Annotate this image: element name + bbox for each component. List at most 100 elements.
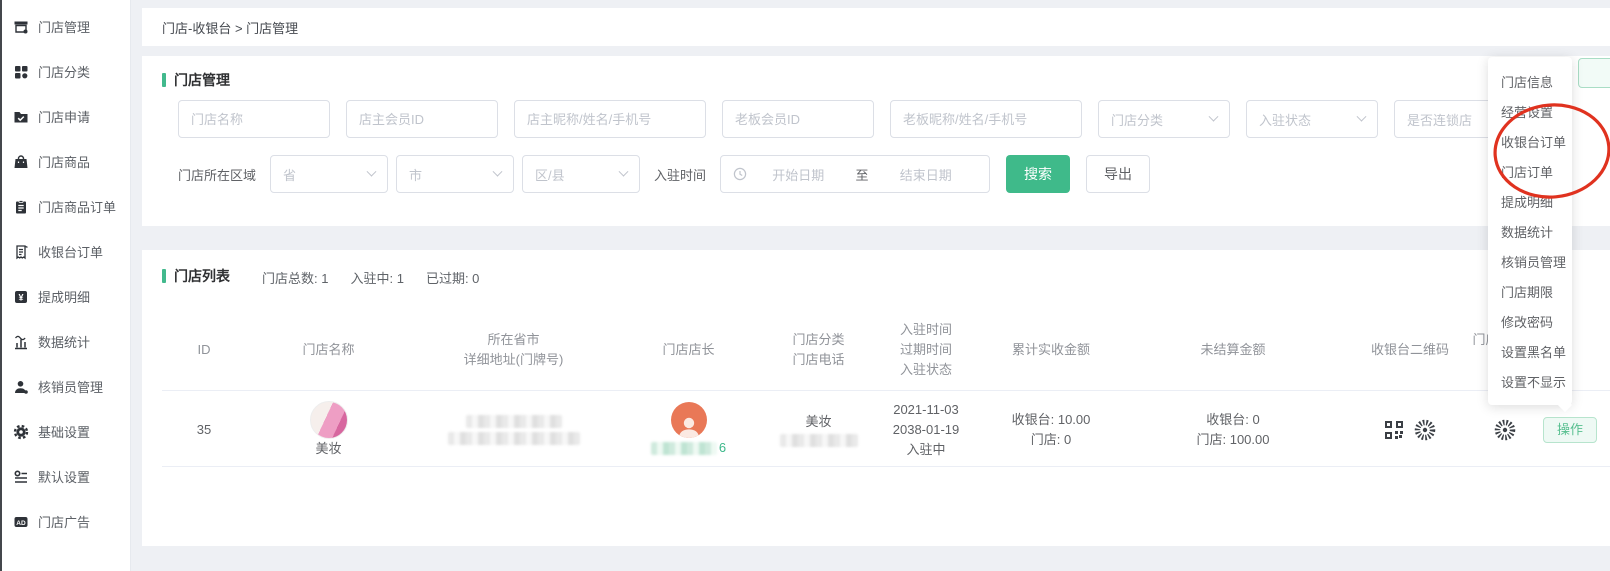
sidebar-item-commission-details[interactable]: ¥ 提成明细 xyxy=(2,274,130,319)
menu-item-verifier-management[interactable]: 核销员管理 xyxy=(1488,246,1572,276)
sidebar-item-data-statistics[interactable]: 数据统计 xyxy=(2,319,130,364)
col-entry-status: 入驻时间过期时间入驻状态 xyxy=(866,320,986,380)
section-accent-bar xyxy=(162,73,166,87)
gear-icon xyxy=(13,424,29,440)
boss-nickname-input[interactable] xyxy=(890,100,1082,138)
sidebar-item-label: 门店广告 xyxy=(38,512,90,531)
stat-active: 入驻中: 1 xyxy=(350,268,403,287)
manager-avatar xyxy=(671,402,707,438)
store-name: 美妆 xyxy=(315,439,341,459)
received-store: 门店: 0 xyxy=(1031,430,1071,450)
col-unsettled-amount: 未结算金额 xyxy=(1116,340,1350,360)
section-title: 门店管理 xyxy=(174,70,230,90)
stat-total: 门店总数: 1 xyxy=(262,268,328,287)
divider xyxy=(162,390,1610,391)
sidebar-item-label: 门店商品订单 xyxy=(38,197,116,216)
manager-phone-redacted[interactable]: 6 xyxy=(651,438,726,458)
province-select[interactable]: 省 xyxy=(270,155,388,193)
received-cashier: 收银台: 10.00 xyxy=(1012,410,1091,430)
owner-nickname-input[interactable] xyxy=(514,100,706,138)
store-name-input[interactable] xyxy=(178,100,330,138)
clock-icon xyxy=(733,167,747,181)
store-category-select[interactable]: 门店分类 xyxy=(1098,100,1230,138)
breadcrumb-text: 门店-收银台 > 门店管理 xyxy=(162,18,298,37)
sidebar-item-store-ads[interactable]: AD 门店广告 xyxy=(2,499,130,544)
col-address: 所在省市详细地址(门牌号) xyxy=(421,330,606,370)
store-list-panel: 门店列表 门店总数: 1 入驻中: 1 已过期: 0 ID 门店名称 所在省市详… xyxy=(142,250,1610,546)
svg-text:¥: ¥ xyxy=(18,292,23,302)
divider xyxy=(162,466,1610,467)
sidebar-item-store-application[interactable]: 门店申请 xyxy=(2,94,130,139)
section-accent-bar xyxy=(162,269,166,283)
unsettled-cashier: 收银台: 0 xyxy=(1206,410,1259,430)
col-cashier-qrcode: 收银台二维码 xyxy=(1350,340,1470,360)
sidebar-item-label: 收银台订单 xyxy=(38,242,103,261)
list-section-title: 门店列表 xyxy=(174,266,230,286)
bag-icon xyxy=(13,154,29,170)
city-select[interactable]: 市 xyxy=(396,155,514,193)
sidebar-item-label: 数据统计 xyxy=(38,332,90,351)
col-received-amount: 累计实收金额 xyxy=(986,340,1116,360)
sidebar-item-store-product-orders[interactable]: 门店商品订单 xyxy=(2,184,130,229)
sidebar-item-label: 基础设置 xyxy=(38,422,90,441)
menu-item-cashier-orders[interactable]: 收银台订单 xyxy=(1488,126,1572,156)
region-label: 门店所在区域 xyxy=(178,165,256,184)
sidebar-item-label: 门店分类 xyxy=(38,62,90,81)
entry-date: 2021-11-03 xyxy=(893,400,959,420)
sidebar-item-label: 门店申请 xyxy=(38,107,90,126)
date-separator: 至 xyxy=(850,165,875,184)
miniprogram-code-icon[interactable] xyxy=(1494,419,1516,441)
sidebar-item-label: 门店管理 xyxy=(38,17,90,36)
clipboard-icon xyxy=(13,199,29,215)
search-button[interactable]: 搜索 xyxy=(1006,155,1070,193)
col-manager: 门店店长 xyxy=(606,340,771,360)
menu-item-set-hidden[interactable]: 设置不显示 xyxy=(1488,366,1572,396)
row-action-button[interactable]: 操作 xyxy=(1543,417,1597,443)
menu-item-change-password[interactable]: 修改密码 xyxy=(1488,306,1572,336)
sidebar-item-default-settings[interactable]: 默认设置 xyxy=(2,454,130,499)
entry-time-label: 入驻时间 xyxy=(654,165,706,184)
miniprogram-code-icon[interactable] xyxy=(1414,419,1436,441)
sidebar-item-basic-settings[interactable]: 基础设置 xyxy=(2,409,130,454)
storefront-icon xyxy=(13,19,29,35)
menu-item-data-statistics[interactable]: 数据统计 xyxy=(1488,216,1572,246)
sidebar-item-store-category[interactable]: 门店分类 xyxy=(2,49,130,94)
menu-item-store-info[interactable]: 门店信息 xyxy=(1488,66,1572,96)
ad-icon: AD xyxy=(13,514,29,530)
add-store-button[interactable] xyxy=(1578,58,1610,88)
sidebar-item-store-products[interactable]: 门店商品 xyxy=(2,139,130,184)
boss-member-id-input[interactable] xyxy=(722,100,874,138)
table-header-row: ID 门店名称 所在省市详细地址(门牌号) 门店店长 门店分类门店电话 入驻时间… xyxy=(172,314,1610,386)
menu-item-business-settings[interactable]: 经营设置 xyxy=(1488,96,1572,126)
chevron-down-icon xyxy=(493,166,503,176)
chevron-down-icon xyxy=(619,166,629,176)
chevron-down-icon xyxy=(367,166,377,176)
svg-text:AD: AD xyxy=(16,519,26,526)
stat-expired: 已过期: 0 xyxy=(426,268,479,287)
store-avatar xyxy=(310,401,348,439)
owner-member-id-input[interactable] xyxy=(346,100,498,138)
entry-status: 入驻中 xyxy=(906,440,945,460)
store-stats: 门店总数: 1 入驻中: 1 已过期: 0 xyxy=(262,268,479,287)
date-end-placeholder: 结束日期 xyxy=(875,165,978,184)
sidebar-item-cashier-orders[interactable]: 收银台订单 xyxy=(2,229,130,274)
district-select[interactable]: 区/县 xyxy=(522,155,640,193)
menu-item-set-blacklist[interactable]: 设置黑名单 xyxy=(1488,336,1572,366)
sidebar-item-verifier-management[interactable]: 核销员管理 xyxy=(2,364,130,409)
date-range-picker[interactable]: 开始日期 至 结束日期 xyxy=(720,155,990,193)
menu-item-store-period[interactable]: 门店期限 xyxy=(1488,276,1572,306)
grid-icon xyxy=(13,64,29,80)
folder-check-icon xyxy=(13,109,29,125)
table-row: 35 美妆 6 美妆 xyxy=(172,396,1610,464)
search-panel: 门店管理 门店分类 入驻状态 是否连锁店 门店所在区域 省 市 xyxy=(142,56,1610,226)
unsettled-store: 门店: 100.00 xyxy=(1197,430,1270,450)
menu-item-commission-details[interactable]: 提成明细 xyxy=(1488,186,1572,216)
phone-suffix: 6 xyxy=(719,438,726,458)
action-dropdown-menu: 门店信息 经营设置 收银台订单 门店订单 提成明细 数据统计 核销员管理 门店期… xyxy=(1488,57,1572,405)
menu-item-store-orders[interactable]: 门店订单 xyxy=(1488,156,1572,186)
date-start-placeholder: 开始日期 xyxy=(747,165,850,184)
sidebar-item-store-management[interactable]: 门店管理 xyxy=(2,4,130,49)
export-button[interactable]: 导出 xyxy=(1086,155,1150,193)
qr-code-icon[interactable] xyxy=(1384,420,1404,440)
entry-status-select[interactable]: 入驻状态 xyxy=(1246,100,1378,138)
